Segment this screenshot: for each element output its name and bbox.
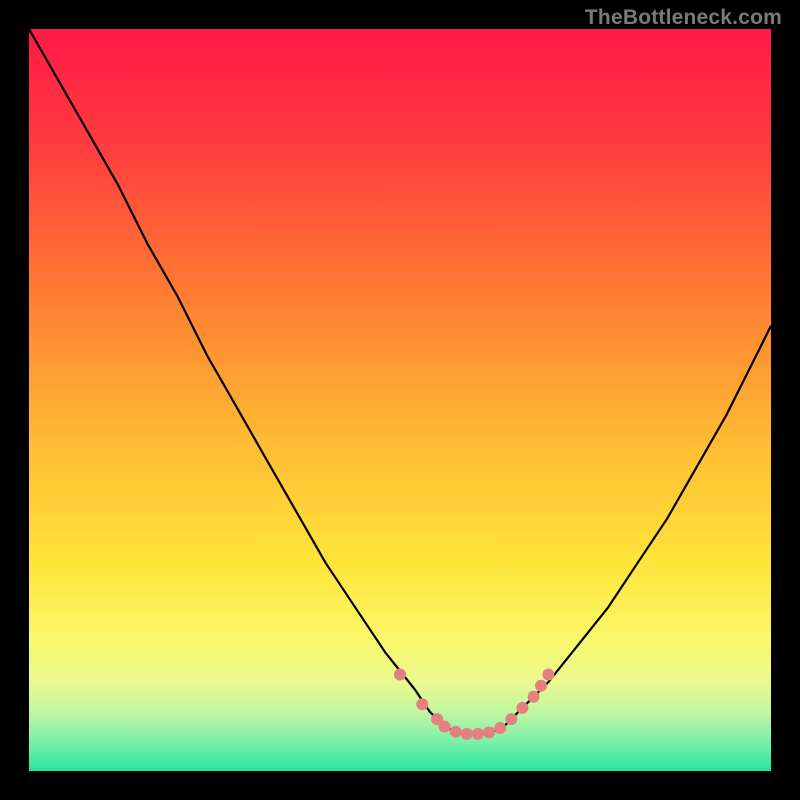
watermark-text: TheBottleneck.com <box>585 6 782 30</box>
chart-frame: TheBottleneck.com <box>0 0 800 800</box>
plateau-marker-dot <box>450 726 462 738</box>
plateau-marker-dot <box>505 713 517 725</box>
plateau-marker-dot <box>494 722 506 734</box>
plateau-marker-dot <box>394 669 406 681</box>
plateau-marker-dot <box>416 698 428 710</box>
plateau-marker-dot <box>542 669 554 681</box>
plateau-marker-dot <box>483 726 495 738</box>
plateau-marker-dot <box>528 691 540 703</box>
plot-area <box>29 29 771 771</box>
plateau-marker-dot <box>516 702 528 714</box>
bottleneck-chart <box>29 29 771 771</box>
plateau-marker-dot <box>472 728 484 740</box>
plateau-marker-dot <box>439 721 451 733</box>
gradient-background <box>29 29 771 771</box>
plateau-marker-dot <box>535 680 547 692</box>
plateau-marker-dot <box>461 728 473 740</box>
